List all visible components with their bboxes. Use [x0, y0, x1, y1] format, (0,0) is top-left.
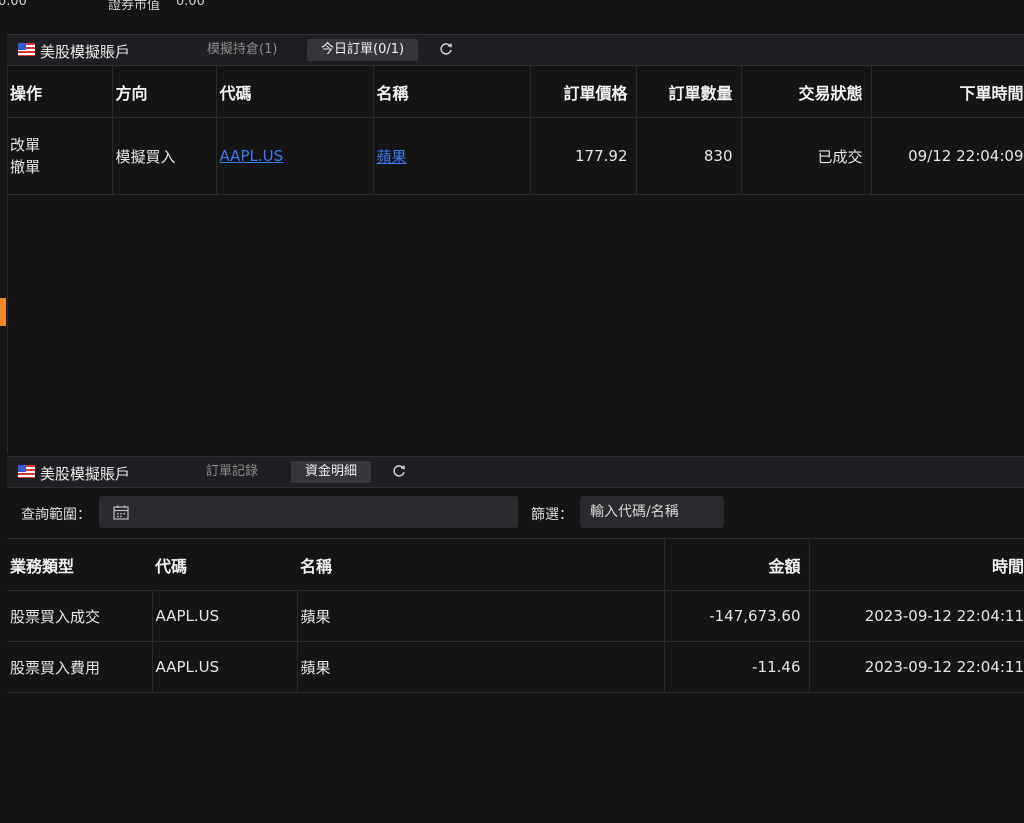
- row-code: AAPL.US: [152, 641, 298, 693]
- col-code: 代碼: [152, 539, 297, 591]
- row-code: AAPL.US: [152, 590, 298, 642]
- col-amount: 金額: [664, 539, 810, 591]
- date-range-input[interactable]: [99, 496, 518, 528]
- row-amount: -11.46: [664, 641, 810, 693]
- cancel-order-button[interactable]: 撤單: [10, 156, 111, 178]
- stock-name-link[interactable]: 蘋果: [377, 148, 407, 166]
- stock-code-link[interactable]: AAPL.US: [220, 147, 284, 165]
- range-label: 查詢範圍：: [21, 507, 91, 523]
- tab-positions[interactable]: 模擬持倉(1): [193, 39, 291, 61]
- col-time: 時間: [809, 539, 1024, 591]
- col-time: 下單時間: [871, 66, 1024, 118]
- col-action: 操作: [7, 66, 113, 118]
- table-header-row: 業務類型 代碼 名稱 金額 時間: [7, 539, 1024, 591]
- row-status: 已成交: [741, 117, 872, 195]
- panel-title: 美股模擬賬戶: [40, 43, 131, 61]
- us-flag-icon: [18, 465, 35, 478]
- modify-order-button[interactable]: 改單: [10, 134, 111, 156]
- cash-value: 0.00: [0, 0, 27, 9]
- row-name: 蘋果: [297, 590, 665, 642]
- col-name: 名稱: [373, 66, 531, 118]
- securities-value: 0.00: [176, 0, 205, 9]
- row-quantity: 830: [636, 117, 742, 195]
- table-header-row: 操作 方向 代碼 名稱 訂單價格 訂單數量 交易狀態 下單時間: [7, 66, 1024, 118]
- tab-fund-details[interactable]: 資金明細: [291, 461, 372, 483]
- refresh-icon[interactable]: [439, 42, 453, 56]
- orders-table: 操作 方向 代碼 名稱 訂單價格 訂單數量 交易狀態 下單時間 改單 撤單 模擬…: [7, 66, 1024, 195]
- row-type: 股票買入成交: [7, 590, 153, 642]
- table-row: 股票買入費用 AAPL.US 蘋果 -11.46 2023-09-12 22:0…: [7, 641, 1024, 693]
- row-actions: 改單 撤單: [7, 117, 113, 195]
- col-quantity: 訂單數量: [636, 66, 742, 118]
- row-time: 2023-09-12 22:04:11: [809, 590, 1024, 642]
- col-status: 交易狀態: [741, 66, 872, 118]
- row-amount: -147,673.60: [664, 590, 810, 642]
- row-price: 177.92: [530, 117, 637, 195]
- table-row: 改單 撤單 模擬買入 AAPL.US 蘋果 177.92 830 已成交 09/…: [7, 117, 1024, 195]
- us-flag-icon: [18, 43, 35, 56]
- col-direction: 方向: [112, 66, 217, 118]
- col-type: 業務類型: [7, 539, 152, 591]
- tab-order-history[interactable]: 訂單記錄: [192, 461, 272, 483]
- row-time: 09/12 22:04:09: [871, 117, 1024, 195]
- row-direction: 模擬買入: [112, 117, 217, 195]
- col-price: 訂單價格: [530, 66, 637, 118]
- filter-label: 篩選：: [531, 507, 573, 523]
- calendar-icon: [113, 505, 129, 520]
- filter-bar: 查詢範圍： 篩選： 輸入代碼/名稱: [7, 488, 1024, 539]
- active-indicator: [0, 298, 6, 326]
- fund-details-table: 業務類型 代碼 名稱 金額 時間 股票買入成交 AAPL.US 蘋果 -147,…: [7, 539, 1024, 693]
- tab-today-orders[interactable]: 今日訂單(0/1): [307, 39, 419, 61]
- panel-title: 美股模擬賬戶: [40, 465, 131, 483]
- row-type: 股票買入費用: [7, 641, 153, 693]
- col-code: 代碼: [216, 66, 374, 118]
- account-summary-strip: 0.00 證券市值 0.00: [0, 0, 1024, 14]
- row-name: 蘋果: [297, 641, 665, 693]
- refresh-icon[interactable]: [392, 464, 406, 478]
- col-name: 名稱: [297, 539, 665, 591]
- table-row: 股票買入成交 AAPL.US 蘋果 -147,673.60 2023-09-12…: [7, 590, 1024, 642]
- row-time: 2023-09-12 22:04:11: [809, 641, 1024, 693]
- funds-panel-header: 美股模擬賬戶 訂單記錄 資金明細: [7, 456, 1024, 488]
- orders-panel-header: 美股模擬賬戶 模擬持倉(1) 今日訂單(0/1): [7, 34, 1024, 66]
- securities-label: 證券市值: [108, 0, 161, 13]
- code-name-search-input[interactable]: 輸入代碼/名稱: [580, 496, 724, 528]
